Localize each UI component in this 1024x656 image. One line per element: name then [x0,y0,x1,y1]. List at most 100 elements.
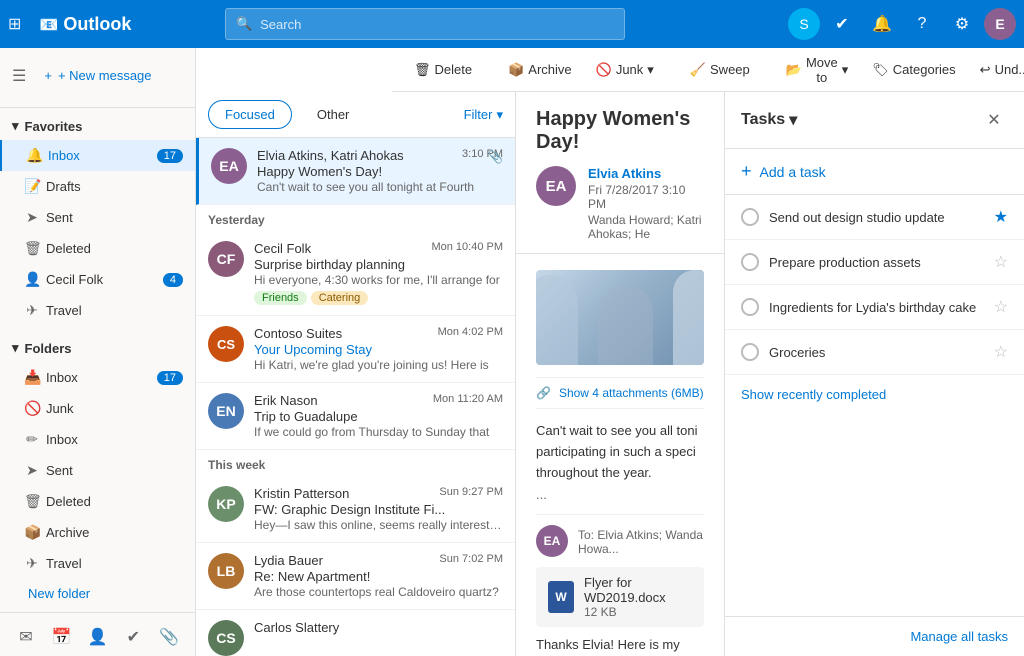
task-item-1[interactable]: Prepare production assets ☆ [725,240,1024,285]
sidebar-item-travel[interactable]: ✈ Travel [0,548,195,579]
email-item-erik[interactable]: EN Erik Nason Mon 11:20 AM Trip to Guada… [196,383,515,450]
avatar-cecil: CF [208,241,244,277]
thanks-text: Thanks Elvia! Here is my presentation [536,635,704,656]
app-logo: 📧 Outlook [29,14,139,35]
tasks-chevron-icon[interactable]: ▾ [789,110,797,130]
svg-text:📧: 📧 [39,17,57,34]
tab-focused[interactable]: Focused [208,100,292,129]
categories-button[interactable]: 🏷 Categories [862,56,965,84]
task-star-1[interactable]: ☆ [994,252,1008,272]
sweep-button[interactable]: 🧹 Sweep [680,56,760,84]
checkmark-button[interactable]: ✔ [824,6,860,42]
task-star-0[interactable]: ★ [994,207,1008,227]
robin-badge: 4 [163,273,183,287]
sidebar-item-archive[interactable]: 📦 Archive [0,517,195,548]
tasks-close-button[interactable]: ✕ [980,106,1008,134]
tasks-title: Tasks ▾ [741,110,797,130]
email-item-elvia[interactable]: EA Elvia Atkins, Katri Ahokas 3:10 PM Ha… [196,138,515,205]
skype-button[interactable]: S [788,8,820,40]
sidebar-item-deleted[interactable]: 🗑 Deleted [0,233,195,264]
task-star-2[interactable]: ☆ [994,297,1008,317]
avatar-carlos: CS [208,620,244,656]
junk-button[interactable]: 🚫 Junk ▾ [586,56,664,84]
people-bottom-icon[interactable]: 👤 [81,621,113,653]
task-circle-0[interactable] [741,208,759,226]
sidebar-item-drafts[interactable]: 📝 Drafts [0,171,195,202]
avatar[interactable]: E [984,8,1016,40]
task-item-3[interactable]: Groceries ☆ [725,330,1024,375]
detail-meta: EA Elvia Atkins Fri 7/28/2017 3:10 PM Wa… [536,166,704,241]
filter-button[interactable]: Filter ▾ [464,107,503,123]
task-item-2[interactable]: Ingredients for Lydia's birthday cake ☆ [725,285,1024,330]
help-button[interactable]: ? [904,6,940,42]
attachment-file[interactable]: W Flyer for WD2019.docx 12 KB [536,567,704,627]
hamburger-icon[interactable]: ☰ [12,66,26,86]
task-circle-3[interactable] [741,343,759,361]
move-to-button[interactable]: 📂 Move to ▾ [776,49,859,91]
deleted-icon: 🗑 [24,240,40,257]
email-item-kristin[interactable]: KP Kristin Patterson Sun 9:27 PM FW: Gra… [196,476,515,543]
email-item-cecil[interactable]: CF Cecil Folk Mon 10:40 PM Surprise birt… [196,231,515,316]
sender-elvia: Elvia Atkins, Katri Ahokas [257,148,404,163]
attachment-bar[interactable]: 🔗 Show 4 attachments (6MB) [536,377,704,409]
word-icon: W [548,581,574,613]
task-circle-2[interactable] [741,298,759,316]
sidebar-item-sent[interactable]: ➤ Sent [0,202,195,233]
detail-body: 🔗 Show 4 attachments (6MB) Can't wait to… [516,254,724,656]
time-kristin: Sun 9:27 PM [439,486,503,498]
grid-icon[interactable]: ⊞ [8,14,21,34]
task-star-3[interactable]: ☆ [994,342,1008,362]
manage-tasks-link[interactable]: Manage all tasks [725,616,1024,656]
archive-button[interactable]: 📦 Archive [498,56,582,84]
folders-header[interactable]: ▾ Folders [0,334,195,362]
sidebar-item-deleted-folder[interactable]: 🗑 Deleted [0,486,195,517]
sender-kristin: Kristin Patterson [254,486,349,501]
search-input[interactable] [260,17,614,32]
undo-button[interactable]: ↩ Und... [970,56,1024,84]
sidebar-item-junk[interactable]: 🚫 Junk [0,393,195,424]
time-cecil: Mon 10:40 PM [431,241,503,253]
email-item-contoso[interactable]: CS Contoso Suites Mon 4:02 PM Your Upcom… [196,316,515,383]
attach-bottom-icon[interactable]: 📎 [153,621,185,653]
calendar-bottom-icon[interactable]: 📅 [46,621,78,653]
sidebar-item-inbox-folder[interactable]: 📥 Inbox 17 [0,362,195,393]
settings-button[interactable]: ⚙ [944,6,980,42]
tab-other[interactable]: Other [300,100,367,129]
show-completed-link[interactable]: Show recently completed [725,375,1024,414]
sidebar-item-sent-folder[interactable]: ➤ Sent [0,455,195,486]
detail-sender-avatar: EA [536,166,576,206]
inbox-folder-badge: 17 [157,371,183,385]
file-size: 12 KB [584,605,692,619]
detail-header: Happy Women's Day! EA Elvia Atkins Fri 7… [516,92,724,254]
add-task-button[interactable]: + Add a task [725,149,1024,195]
sender-erik: Erik Nason [254,393,318,408]
search-bar[interactable]: 🔍 [225,8,625,40]
delete-button[interactable]: 🗑 Delete [404,56,482,84]
inbox-folder-icon: 📥 [24,369,40,386]
sidebar-item-robin-counts[interactable]: 👤 Cecil Folk 4 [0,264,195,295]
email-list-body: EA Elvia Atkins, Katri Ahokas 3:10 PM Ha… [196,138,515,656]
sweep-icon: 🧹 [690,62,706,78]
preview-kristin: Hey—I saw this online, seems really inte… [254,518,503,532]
task-item-0[interactable]: Send out design studio update ★ [725,195,1024,240]
reply-to-text: To: Elvia Atkins; Wanda Howa... [578,528,704,556]
email-item-carlos[interactable]: CS Carlos Slattery [196,610,515,656]
bell-button[interactable]: 🔔 [864,6,900,42]
sidebar-item-travel-fav[interactable]: ✈ Travel [0,295,195,326]
drafts-icon: 📝 [24,178,40,195]
tasks-bottom-icon[interactable]: ✔ [117,621,149,653]
section-this-week: This week [196,450,515,476]
sidebar-item-inbox[interactable]: 🔔 Inbox 17 [0,140,195,171]
mail-bottom-icon[interactable]: ✉ [10,621,42,653]
favorites-header[interactable]: ▾ Favorites [0,112,195,140]
time-contoso: Mon 4:02 PM [438,326,503,338]
task-circle-1[interactable] [741,253,759,271]
new-message-button[interactable]: + + New message [34,60,183,91]
sidebar-item-inbox-2[interactable]: ✏ Inbox [0,424,195,455]
detail-ellipsis[interactable]: ... [536,483,704,506]
email-item-lydia[interactable]: LB Lydia Bauer Sun 7:02 PM Re: New Apart… [196,543,515,610]
new-folder-link[interactable]: New folder [0,579,195,608]
email-list: Focused Other Filter ▾ EA Elvia Atkins, … [196,92,516,656]
deleted-folder-icon: 🗑 [24,493,40,510]
archive-cmd-icon: 📦 [508,62,524,78]
